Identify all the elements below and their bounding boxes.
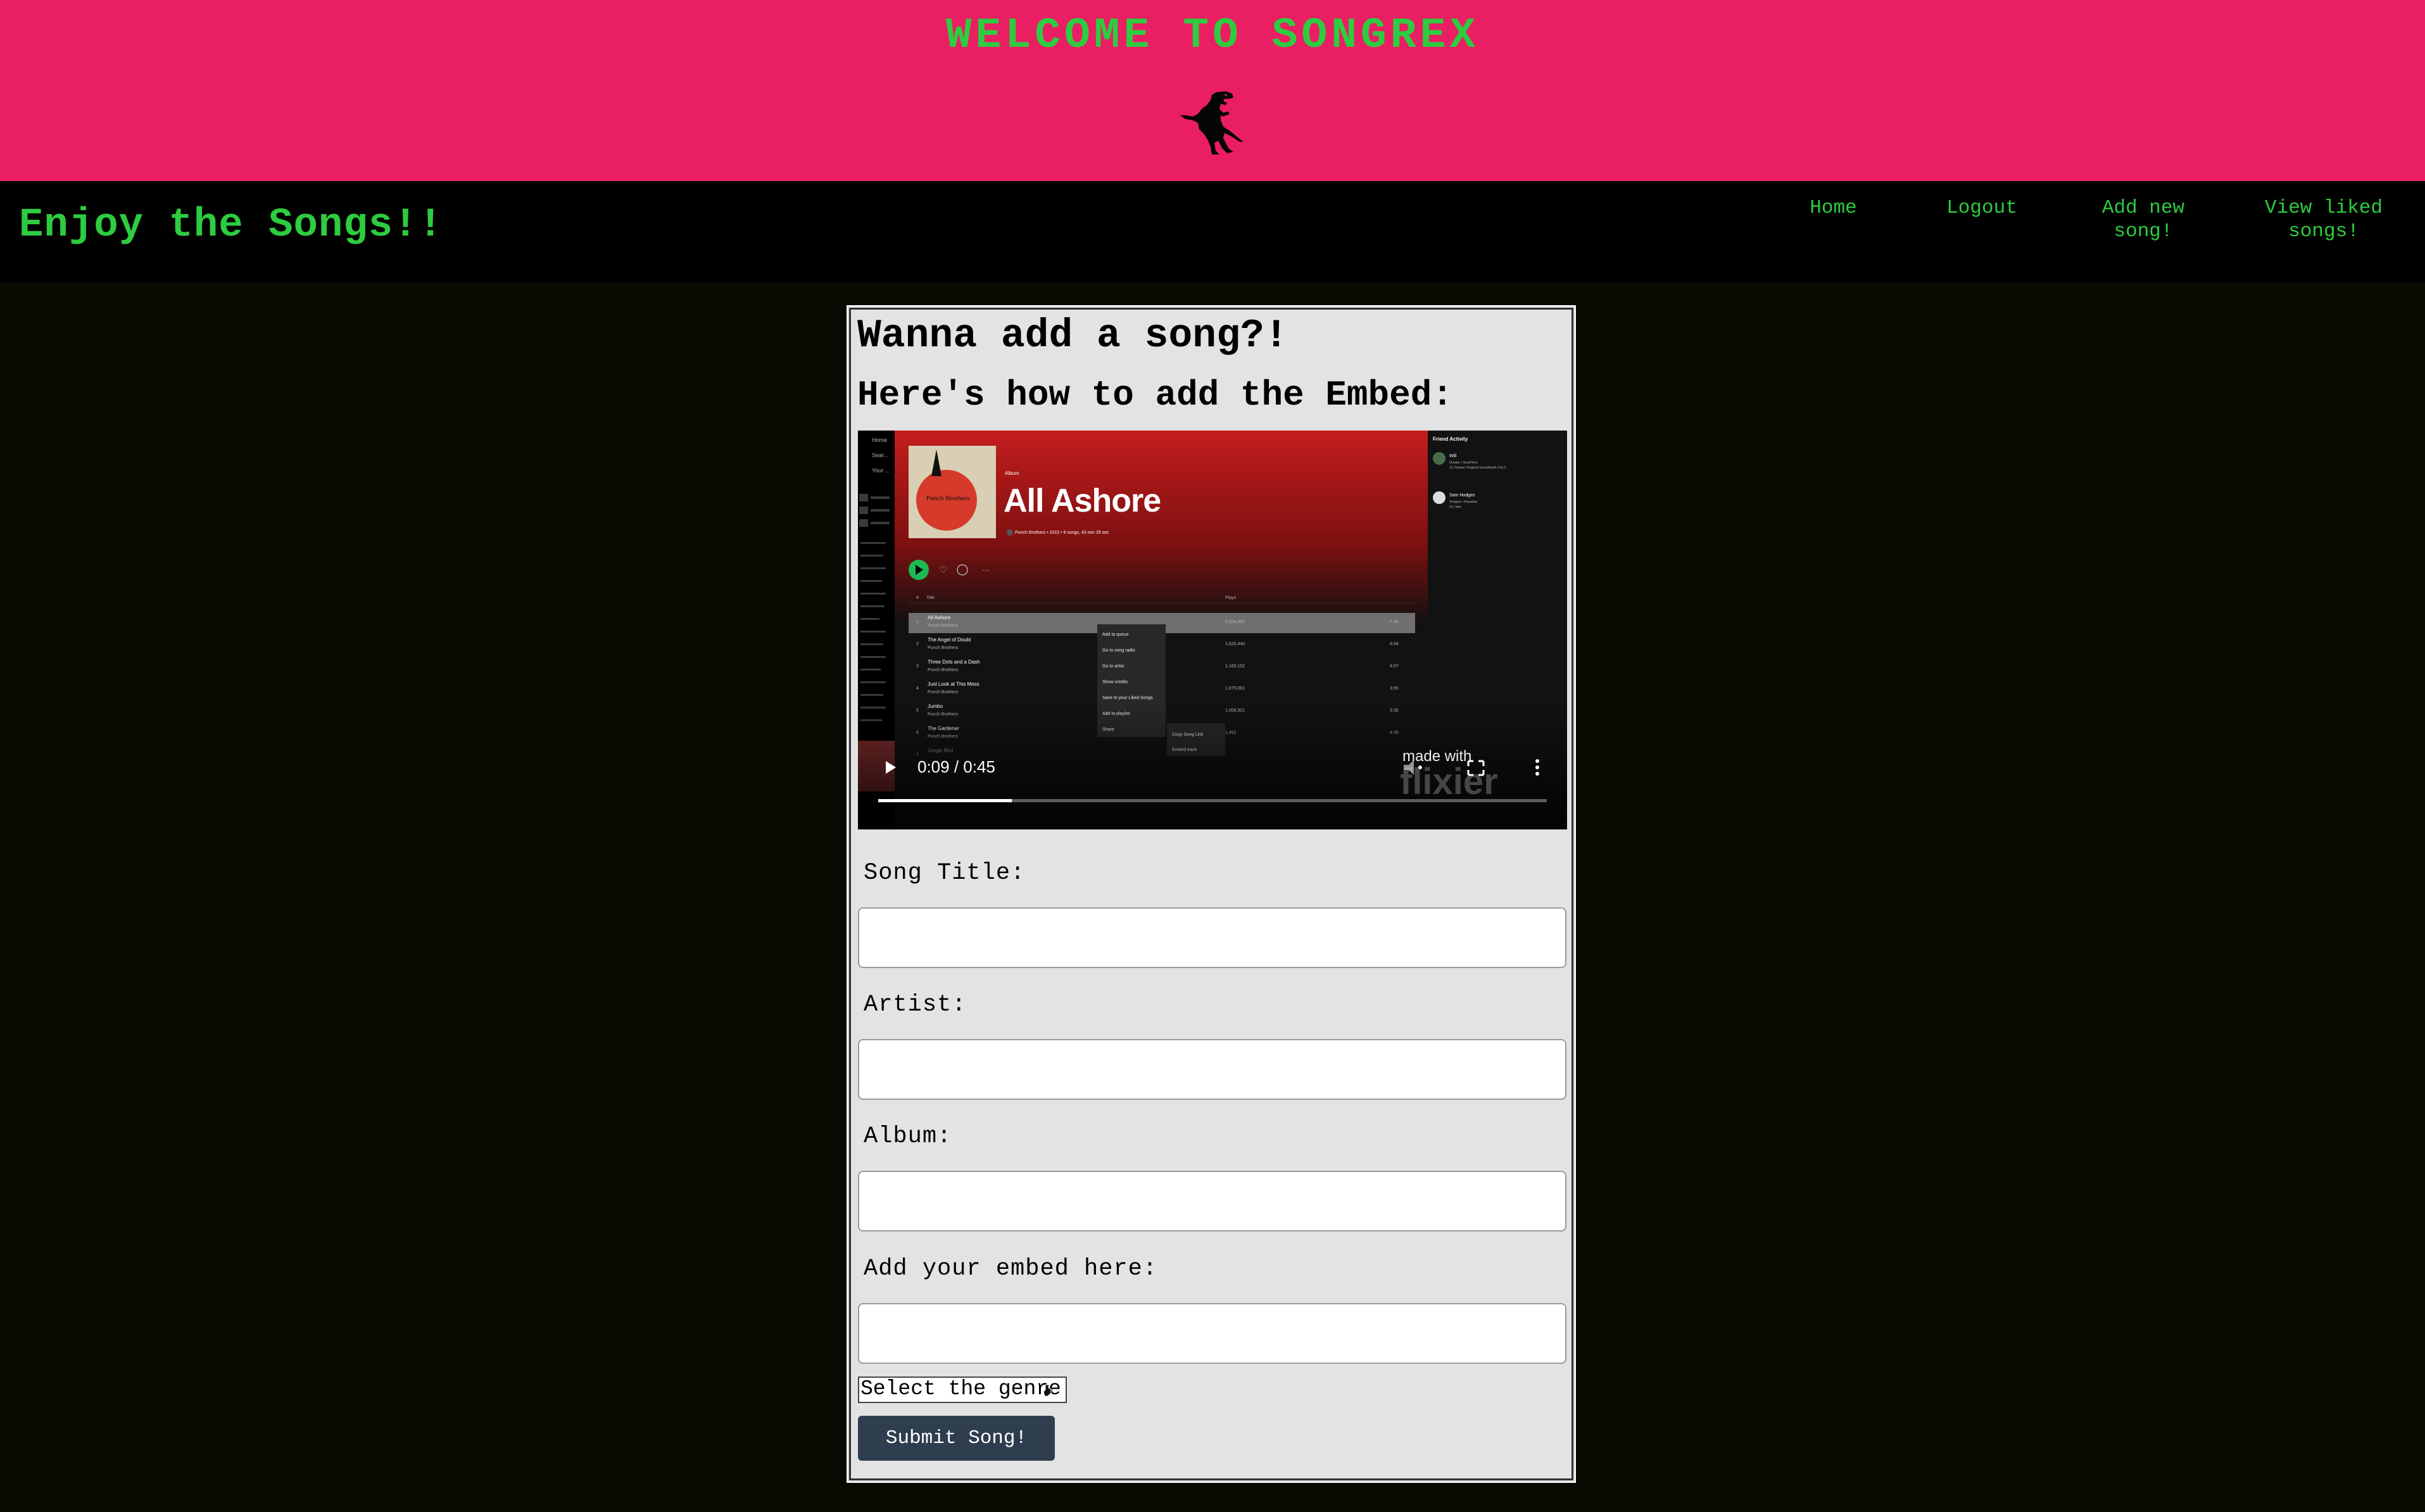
embed-input[interactable] <box>858 1303 1566 1364</box>
track-artist: Punch Brothers <box>928 690 959 695</box>
submit-song-button[interactable]: Submit Song! <box>858 1416 1055 1461</box>
mouse-cursor-icon <box>1043 1384 1052 1397</box>
artist-input[interactable] <box>858 1039 1566 1100</box>
track-plays: 3,294,395 <box>1225 620 1245 624</box>
sidebar-item: Home <box>872 437 887 443</box>
track-artist: Punch Brothers <box>928 668 959 672</box>
track-number: 4 <box>916 686 919 691</box>
friend-track: Dream • SoulFires <box>1449 461 1478 465</box>
navbar: Enjoy the Songs!! Home Logout Add new so… <box>0 181 2425 282</box>
nav-link-label: Home <box>1810 197 1857 219</box>
friend-context: (1) Jam <box>1449 505 1461 509</box>
album-meta: Punch Brothers • 2015 • 9 songs, 43 min … <box>1015 531 1109 535</box>
friend-track: Tongue • Paradise <box>1449 500 1478 504</box>
track-title[interactable]: Just Look at This Mess <box>928 681 979 687</box>
artist-label: Artist: <box>864 992 967 1018</box>
nav-home-link[interactable]: Home <box>1803 196 1863 220</box>
friend-avatar <box>1433 491 1446 504</box>
site-header: WELCOME TO SONGREX <box>0 0 2425 181</box>
nav-link-label: Logout <box>1946 197 2017 219</box>
column-title: Title <box>926 596 935 600</box>
context-menu-item[interactable]: Show credits <box>1102 680 1128 684</box>
track-number: 1 <box>916 620 919 624</box>
more-options-icon[interactable]: ··· <box>982 565 990 574</box>
track-number: 3 <box>916 664 919 669</box>
video-progress-fill <box>878 799 1012 802</box>
video-time: 0:09 / 0:45 <box>917 757 995 776</box>
nav-link-label: Add new <box>2101 197 2185 219</box>
form-heading: Wanna add a song?! <box>857 313 1288 358</box>
album-cover-text: Punch Brothers <box>926 495 969 502</box>
column-plays: Plays <box>1225 596 1237 600</box>
watermark-bottom: flixier <box>1400 761 1498 802</box>
video-more-icon[interactable] <box>1535 759 1539 776</box>
album-title: All Ashore <box>1004 482 1161 519</box>
friend-avatar <box>1433 452 1446 465</box>
song-title-label: Song Title: <box>864 860 1026 886</box>
album-label: Album: <box>864 1123 952 1150</box>
t-rex-icon <box>1180 91 1244 154</box>
embed-tutorial-video[interactable]: Home Sear... Your ... Punch Brothers Alb… <box>858 431 1567 829</box>
track-duration: 3:55 <box>1390 686 1399 691</box>
sidebar-item: Sear... <box>872 452 888 458</box>
nav-link-label: View liked <box>2264 197 2383 219</box>
context-menu-item[interactable]: Go to song radio <box>1102 648 1135 653</box>
nav-liked-songs-link[interactable]: View liked songs! <box>2257 196 2390 243</box>
embed-instructions-heading: Here's how to add the Embed: <box>857 375 1453 415</box>
track-plays: 1,160,152 <box>1225 664 1245 669</box>
friend-activity-title: Friend Activity <box>1433 436 1468 442</box>
friend-context: (1) Shawn Original Soundtrack Ost 2 <box>1449 466 1506 470</box>
nav-link-label: song! <box>2113 220 2173 243</box>
embed-label: Add your embed here: <box>864 1256 1158 1282</box>
track-duration: 7:45 <box>1390 620 1399 624</box>
context-menu-item[interactable]: Go to artist <box>1102 664 1124 669</box>
track-title[interactable]: All Ashore <box>928 615 951 621</box>
friend-name[interactable]: Sam Hodges <box>1449 493 1475 498</box>
track-artist: Punch Brothers <box>928 624 959 628</box>
album-type: Album <box>1005 470 1019 476</box>
track-title[interactable]: Three Dots and a Dash <box>928 659 980 665</box>
nav-link-label: songs! <box>2288 220 2359 243</box>
album-input[interactable] <box>858 1171 1566 1232</box>
sidebar-item: Your ... <box>872 467 890 474</box>
heart-icon[interactable]: ♡ <box>939 565 947 576</box>
site-title: WELCOME TO SONGREX <box>945 11 1480 60</box>
track-title[interactable]: The Angel of Doubt <box>928 637 971 643</box>
tagline: Enjoy the Songs!! <box>19 203 443 248</box>
track-number: 2 <box>916 642 919 646</box>
genre-select[interactable]: Select the genre! <box>858 1377 1067 1403</box>
context-menu-item[interactable]: Save to your Liked Songs <box>1102 696 1153 700</box>
track-plays: 1,075,061 <box>1225 686 1245 691</box>
svg-text:#: # <box>916 596 919 600</box>
song-title-input[interactable] <box>858 907 1566 968</box>
friend-name[interactable]: Will <box>1449 454 1457 458</box>
context-menu-item[interactable]: Add to queue <box>1102 633 1129 637</box>
track-plays: 1,620,440 <box>1225 642 1245 646</box>
track-duration: 4:07 <box>1390 664 1399 669</box>
track-artist: Punch Brothers <box>928 646 959 650</box>
volume-slider-knob[interactable] <box>1418 765 1422 769</box>
nav-add-song-link[interactable]: Add new song! <box>2089 196 2197 243</box>
track-duration: 6:54 <box>1390 642 1399 646</box>
nav-logout-link[interactable]: Logout <box>1941 196 2023 220</box>
